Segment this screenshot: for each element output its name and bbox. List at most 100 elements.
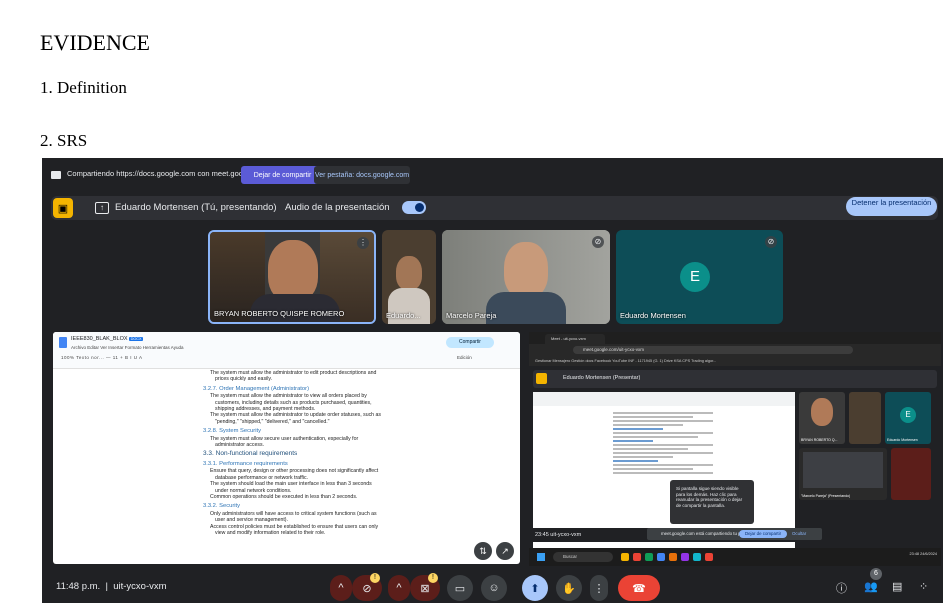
app-icon[interactable] bbox=[657, 553, 665, 561]
taskbar-search[interactable]: Buscar bbox=[553, 552, 613, 562]
browser-tab[interactable]: Meet - uit-ycxo-vxm bbox=[545, 334, 605, 344]
docs-header: IEEE830_BLAK_BLOX DOCX Archivo Editar Ve… bbox=[53, 332, 520, 369]
presentation-audio-toggle[interactable] bbox=[402, 201, 426, 214]
docs-menu-bar[interactable]: Archivo Editar Ver Insertar Formato Herr… bbox=[71, 345, 183, 350]
app-icon[interactable] bbox=[633, 553, 641, 561]
doc-heading: 3.2.7. Order Management (Administrator) bbox=[203, 385, 309, 392]
doc-heading: 3.3.1. Performance requirements bbox=[203, 460, 288, 467]
participant-tile[interactable]: E ⊘ Eduardo Mortensen bbox=[616, 230, 783, 324]
screen-share-toast: meet.google.com está compartiendo tu pan… bbox=[647, 528, 822, 540]
raise-hand-button[interactable]: ✋ bbox=[556, 575, 582, 601]
participant-name: Eduardo Mortensen bbox=[887, 438, 918, 442]
inner-time: 23:45 uit-ycxo-vxm bbox=[535, 532, 582, 538]
participant-tile[interactable]: Eduardo... bbox=[382, 230, 436, 324]
participant-tile[interactable]: ⊘ Marcelo Pareja bbox=[442, 230, 610, 324]
stop-sharing-button[interactable]: Dejar de compartir bbox=[241, 166, 324, 184]
doc-title: IEEE830_BLAK_BLOX DOCX bbox=[71, 336, 144, 342]
mic-off-icon: ⊘ bbox=[765, 236, 777, 248]
leave-call-button[interactable]: ☎ bbox=[618, 575, 660, 601]
mic-toggle-button[interactable]: ⊘! bbox=[352, 573, 382, 601]
doc-line: The system must allow the administrator … bbox=[210, 370, 377, 383]
share-bar: Compartiendo https://docs.google.com con… bbox=[42, 158, 943, 192]
doc-line: Ensure that query, design or other proce… bbox=[210, 468, 379, 481]
google-docs-window[interactable]: IEEE830_BLAK_BLOX DOCX Archivo Editar Ve… bbox=[53, 332, 520, 564]
app-icon[interactable] bbox=[645, 553, 653, 561]
participant-video bbox=[504, 242, 548, 298]
windows-taskbar: Buscar 23:48 24/6/2024 bbox=[529, 548, 941, 566]
people-icon[interactable]: 👥 bbox=[864, 580, 878, 593]
bookmarks-bar: Gestionar Mensajero Gestión docs Faceboo… bbox=[529, 356, 941, 366]
camera-off-icon: ⊠ bbox=[420, 582, 430, 595]
activities-icon[interactable]: ⁘ bbox=[919, 580, 928, 593]
video-options-button[interactable]: ^ bbox=[388, 575, 410, 601]
presentation-icon bbox=[536, 373, 547, 384]
url-field[interactable]: meet.google.com/uit-ycxo-vxm bbox=[573, 346, 853, 354]
app-icon[interactable] bbox=[705, 553, 713, 561]
captions-button[interactable]: ▭ bbox=[447, 575, 473, 601]
avatar: E bbox=[900, 407, 916, 423]
inner-participant-tile: "Marcelo Pareja" (Presentando) bbox=[799, 448, 887, 500]
docs-edit-mode[interactable]: Edición bbox=[457, 355, 472, 360]
participant-name: "Marcelo Pareja" (Presentando) bbox=[801, 494, 851, 498]
more-icon: ⋮ bbox=[593, 582, 605, 595]
stop-presenting-button[interactable]: Detener la presentación bbox=[846, 197, 937, 216]
mic-off-icon: ⊘ bbox=[592, 236, 604, 248]
audio-options-button[interactable]: ^ bbox=[330, 575, 352, 601]
app-icon[interactable] bbox=[693, 553, 701, 561]
share-status-text: Compartiendo https://docs.google.com con… bbox=[67, 169, 270, 178]
reactions-button[interactable]: ☺ bbox=[481, 575, 507, 601]
more-options-icon[interactable]: ⋮ bbox=[357, 237, 369, 249]
app-icon[interactable] bbox=[681, 553, 689, 561]
presentation-audio-label: Audio de la presentación bbox=[285, 202, 390, 213]
more-options-button[interactable]: ⋮ bbox=[590, 575, 608, 601]
windows-start-icon[interactable] bbox=[537, 553, 545, 561]
presenter-name: Eduardo Mortensen (Tú, presentando) bbox=[115, 202, 277, 213]
section-definition: 1. Definition bbox=[40, 78, 127, 97]
doc-line: The system must allow secure user authen… bbox=[210, 435, 359, 449]
presenter-bar: ▣ ↑ Eduardo Mortensen (Tú, presentando) … bbox=[51, 196, 938, 220]
toast-stop-button[interactable]: Dejar de compartir bbox=[739, 530, 787, 538]
participant-name: BRYAN ROBERTO QUISPE ROMERO bbox=[214, 309, 345, 318]
doc-line: The system should load the main user int… bbox=[210, 481, 372, 494]
participant-tile[interactable]: ⋮ BRYAN ROBERTO QUISPE ROMERO bbox=[208, 230, 376, 324]
doc-line: The system must allow the administrator … bbox=[210, 412, 381, 425]
present-icon: ⬆ bbox=[530, 582, 540, 595]
participant-name: Marcelo Pareja bbox=[446, 311, 497, 320]
emoji-icon: ☺ bbox=[488, 582, 500, 594]
warning-icon: ! bbox=[370, 573, 380, 583]
section-srs: 2. SRS bbox=[40, 131, 88, 150]
toast-hide-button[interactable]: Ocultar bbox=[792, 528, 806, 540]
doc-heading: 3.3. Non-functional requirements bbox=[203, 450, 298, 458]
captions-icon: ▭ bbox=[454, 582, 466, 595]
inner-notice-popup: Si pantalla sigue siendo visible para lo… bbox=[670, 480, 754, 524]
docs-icon bbox=[59, 337, 67, 348]
inner-participant-tile bbox=[849, 392, 881, 444]
pin-icon[interactable]: ⇅ bbox=[474, 542, 492, 560]
app-icon[interactable] bbox=[621, 553, 629, 561]
doc-line: The system must allow the administrator … bbox=[210, 393, 372, 413]
inner-presenter-bar: Eduardo Mortensen (Presentar) bbox=[533, 370, 937, 388]
mic-off-icon: ⊘ bbox=[362, 582, 372, 595]
address-bar: meet.google.com/uit-ycxo-vxm bbox=[529, 344, 941, 356]
hang-up-icon: ☎ bbox=[632, 582, 646, 595]
inner-participant-tile bbox=[891, 448, 931, 500]
info-icon[interactable]: ⓘ bbox=[836, 580, 847, 596]
view-tab-button[interactable]: Ver pestaña: docs.google.com bbox=[314, 166, 410, 184]
shared-screen: Meet - uit-ycxo-vxm meet.google.com/uit-… bbox=[529, 332, 941, 572]
hand-icon: ✋ bbox=[562, 582, 576, 595]
share-icon[interactable]: ↗ bbox=[496, 542, 514, 560]
docx-badge: DOCX bbox=[129, 337, 144, 341]
docs-share-button[interactable]: Compartir bbox=[446, 337, 494, 348]
app-icon[interactable] bbox=[669, 553, 677, 561]
participant-name: Eduardo Mortensen bbox=[620, 311, 686, 320]
docs-toolbar[interactable]: 100% Texto nor... — 11 + B I U A bbox=[61, 355, 143, 360]
meet-screenshot: Compartiendo https://docs.google.com con… bbox=[42, 158, 943, 603]
warning-icon: ! bbox=[428, 573, 438, 583]
chat-icon[interactable]: ▤ bbox=[892, 580, 902, 593]
doc-line: Common operations should be executed in … bbox=[210, 493, 358, 500]
browser-tabs: Meet - uit-ycxo-vxm bbox=[529, 332, 941, 344]
inner-participant-tile: BRYAN ROBERTO Q... bbox=[799, 392, 845, 444]
present-button[interactable]: ⬆ bbox=[522, 575, 548, 601]
camera-toggle-button[interactable]: ⊠! bbox=[410, 573, 440, 601]
participant-count-badge: 6 bbox=[870, 568, 882, 580]
